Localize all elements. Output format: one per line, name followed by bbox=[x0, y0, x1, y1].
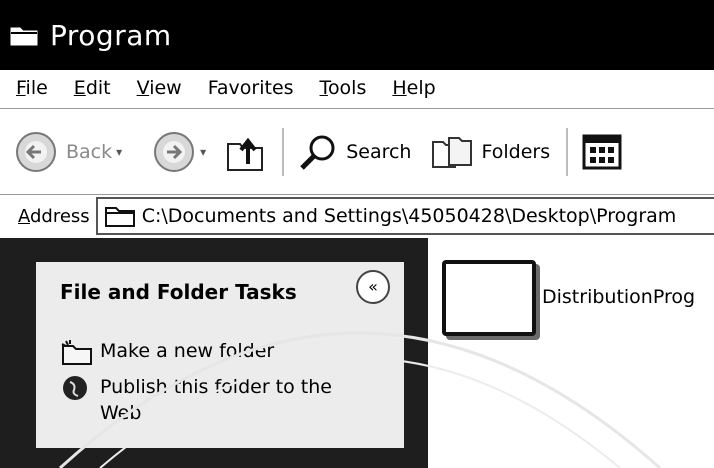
menu-help[interactable]: Help bbox=[386, 77, 441, 99]
file-folder-tasks-panel: File and Folder Tasks « Make a new folde… bbox=[36, 262, 404, 448]
views-button[interactable] bbox=[582, 134, 622, 170]
menu-favorites[interactable]: Favorites bbox=[202, 77, 300, 99]
views-icon bbox=[582, 134, 622, 170]
address-bar: Address C:\Documents and Settings\450504… bbox=[0, 196, 714, 236]
window-title: Program bbox=[50, 18, 172, 52]
forward-button[interactable]: ▾ bbox=[152, 130, 206, 174]
file-list: DistributionProg bbox=[428, 238, 714, 468]
back-dropdown-icon[interactable]: ▾ bbox=[116, 145, 122, 159]
folders-label: Folders bbox=[481, 141, 551, 163]
menu-file[interactable]: File bbox=[10, 77, 54, 99]
address-input[interactable]: C:\Documents and Settings\45050428\Deskt… bbox=[95, 197, 714, 235]
address-path: C:\Documents and Settings\45050428\Deskt… bbox=[141, 205, 677, 227]
search-label: Search bbox=[346, 141, 412, 163]
up-folder-button[interactable] bbox=[224, 130, 266, 174]
task-panel-title: File and Folder Tasks bbox=[60, 280, 297, 304]
search-button[interactable]: Search bbox=[298, 132, 411, 172]
folder-icon bbox=[104, 207, 135, 227]
up-folder-icon bbox=[227, 137, 264, 171]
forward-dropdown-icon[interactable]: ▾ bbox=[200, 145, 206, 159]
folders-button[interactable]: Folders bbox=[431, 132, 550, 172]
item-name: DistributionProg bbox=[542, 286, 696, 308]
toolbar-separator bbox=[282, 128, 285, 176]
task-make-new-folder[interactable]: Make a new folder bbox=[60, 338, 274, 366]
address-label: Address bbox=[18, 205, 90, 227]
forward-arrow-icon bbox=[154, 132, 195, 172]
task-publish-web[interactable]: Publish this folder to the Web bbox=[60, 374, 350, 426]
back-button[interactable]: Back ▾ bbox=[14, 130, 122, 174]
menu-bar: File Edit View Favorites Tools Help bbox=[0, 70, 714, 106]
collapse-chevron-icon[interactable]: « bbox=[356, 270, 390, 304]
task-label: Publish this folder to the Web bbox=[100, 376, 332, 424]
toolbar-separator bbox=[566, 128, 569, 176]
toolbar-divider bbox=[0, 194, 714, 195]
search-icon bbox=[300, 135, 335, 170]
menu-tools[interactable]: Tools bbox=[314, 77, 373, 99]
folders-icon bbox=[432, 137, 473, 168]
back-label: Back bbox=[66, 141, 113, 163]
task-pane: File and Folder Tasks « Make a new folde… bbox=[0, 238, 428, 468]
menu-view[interactable]: View bbox=[131, 77, 188, 99]
folder-icon bbox=[442, 260, 536, 336]
title-bar: Program bbox=[0, 0, 714, 70]
toolbar: Back ▾ ▾ Search Folders bbox=[0, 110, 714, 194]
task-label: Make a new folder bbox=[100, 340, 275, 362]
publish-web-icon bbox=[63, 376, 87, 400]
folder-icon bbox=[10, 27, 38, 46]
new-folder-icon bbox=[61, 340, 92, 365]
menu-edit[interactable]: Edit bbox=[68, 77, 117, 99]
back-arrow-icon bbox=[16, 132, 56, 172]
menu-divider bbox=[0, 108, 714, 109]
